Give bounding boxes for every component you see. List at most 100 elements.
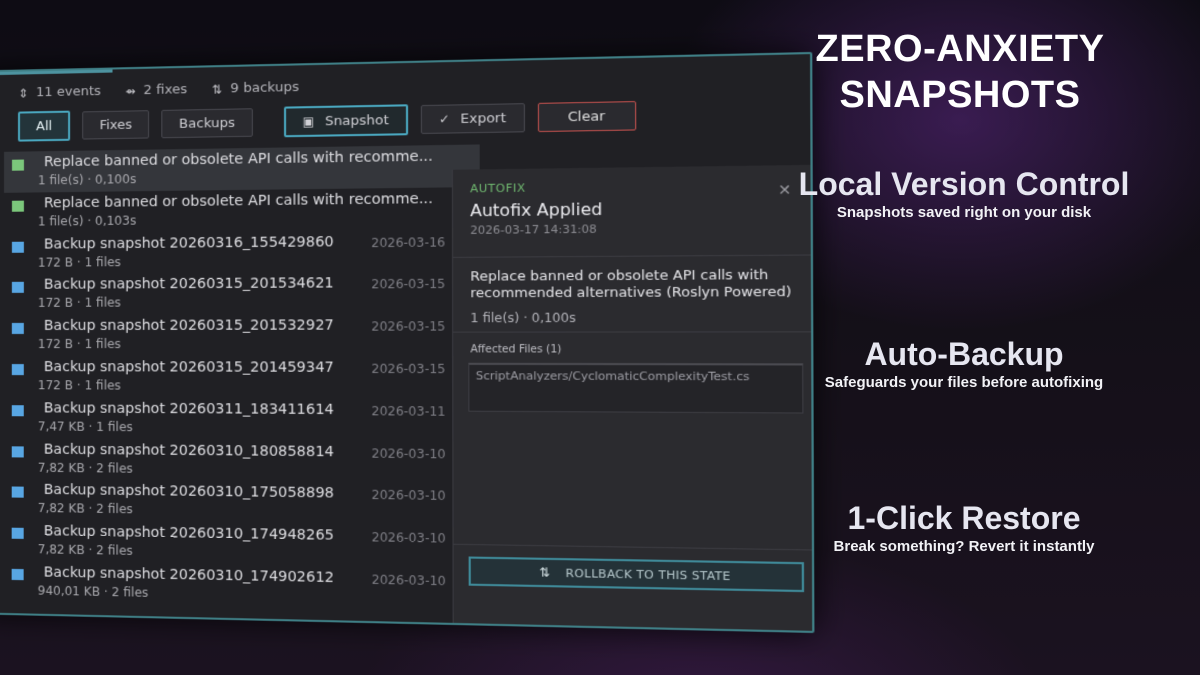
backup-icon <box>11 241 24 253</box>
snapshot-button-label: Snapshot <box>324 112 389 129</box>
list-item[interactable]: Replace banned or obsolete API calls wit… <box>4 187 480 234</box>
autofix-icon <box>11 159 24 171</box>
export-button[interactable]: ✓ Export <box>420 103 525 135</box>
list-item-title: Backup snapshot 20260315_201459347 <box>43 359 334 376</box>
progress-bar <box>0 69 113 76</box>
list-item-meta: 7,47 KB · 1 files <box>37 419 133 434</box>
stat-backups: ⇅ 9 backups <box>212 80 299 97</box>
list-item-meta: 172 B · 1 files <box>37 378 121 393</box>
event-list: Replace banned or obsolete API calls wit… <box>4 144 481 611</box>
list-item[interactable]: Backup snapshot 20260315_201534621 172 B … <box>4 272 480 315</box>
hero-title: ZERO-ANXIETY SNAPSHOTS <box>780 26 1140 118</box>
rollback-button[interactable]: ⇅ ROLLBACK TO THIS STATE <box>468 556 805 593</box>
list-item[interactable]: Backup snapshot 20260310_180858814 7,82 K… <box>4 438 481 484</box>
list-item-meta: 172 B · 1 files <box>37 254 121 270</box>
feature-auto-backup: Auto-Backup Safeguards your files before… <box>780 336 1148 392</box>
backup-icon <box>11 323 24 335</box>
list-item-date: 2026-03-10 <box>371 445 446 462</box>
list-item[interactable]: Backup snapshot 20260310_174902612 940,01… <box>4 561 481 612</box>
stat-fixes: ⇴ 2 fixes <box>125 82 187 98</box>
affected-file-item[interactable]: ScriptAnalyzers/CyclomaticComplexityTest… <box>476 369 750 383</box>
backup-icon <box>11 404 24 417</box>
detail-description: Replace banned or obsolete API calls wit… <box>470 267 792 302</box>
feature-one-click-restore: 1-Click Restore Break something? Revert … <box>780 500 1148 556</box>
list-item-meta: 7,82 KB · 2 files <box>37 501 133 517</box>
list-item-title: Replace banned or obsolete API calls wit… <box>43 148 433 171</box>
list-item-title: Backup snapshot 20260315_201532927 <box>43 317 334 335</box>
list-item-title: Backup snapshot 20260311_183411614 <box>43 400 334 418</box>
export-button-label: Export <box>460 110 507 127</box>
feature-heading: 1-Click Restore <box>847 500 1081 536</box>
list-item-title: Backup snapshot 20260315_201534621 <box>43 275 334 294</box>
app-window: ⇕ 11 events ⇴ 2 fixes ⇅ 9 backups All Fi… <box>0 51 815 634</box>
affected-files-label: Affected Files (1) <box>470 344 562 356</box>
divider <box>453 543 814 551</box>
check-icon: ✓ <box>438 111 450 127</box>
backup-icon <box>11 486 24 499</box>
filter-toolbar: All Fixes Backups ▣ Snapshot ✓ Export Cl… <box>18 100 649 142</box>
feature-heading: Auto-Backup <box>864 336 1064 372</box>
feature-subtitle: Snapshots saved right on your disk <box>836 204 1092 221</box>
snapshot-button[interactable]: ▣ Snapshot <box>283 104 409 138</box>
list-item-title: Backup snapshot 20260316_155429860 <box>43 233 334 253</box>
stat-fixes-label: 2 fixes <box>143 82 188 99</box>
detail-panel: AUTOFIX Autofix Applied 2026-03-17 14:31… <box>451 164 814 631</box>
list-item-meta: 172 B · 1 files <box>37 337 121 352</box>
feature-subtitle: Break something? Revert it instantly <box>833 538 1095 555</box>
list-item-meta: 7,82 KB · 2 files <box>37 542 133 559</box>
detail-header: AUTOFIX Autofix Applied 2026-03-17 14:31… <box>452 164 812 258</box>
stats-bar: ⇕ 11 events ⇴ 2 fixes ⇅ 9 backups <box>18 79 310 101</box>
sort-icon: ⇕ <box>18 85 29 101</box>
backup-icon <box>11 282 24 294</box>
feature-heading: Local Version Control <box>798 166 1130 202</box>
detail-kind: AUTOFIX <box>470 181 526 196</box>
clear-button[interactable]: Clear <box>537 101 636 133</box>
list-item-date: 2026-03-11 <box>371 403 446 419</box>
wand-icon: ⇴ <box>125 83 136 98</box>
stat-backups-label: 9 backups <box>230 79 300 97</box>
list-item-title: Backup snapshot 20260310_174902612 <box>43 564 335 587</box>
list-item[interactable]: Replace banned or obsolete API calls wit… <box>4 144 480 193</box>
feature-subtitle: Safeguards your files before autofixing <box>824 374 1104 391</box>
affected-files-list: ScriptAnalyzers/CyclomaticComplexityTest… <box>468 362 804 414</box>
divider <box>453 331 813 333</box>
backup-icon <box>11 364 24 376</box>
list-item-date: 2026-03-15 <box>371 277 446 292</box>
autofix-icon <box>11 200 24 212</box>
list-item-title: Replace banned or obsolete API calls wit… <box>43 190 433 212</box>
stat-events-label: 11 events <box>36 83 101 101</box>
camera-icon: ▣ <box>302 114 315 129</box>
list-item-title: Backup snapshot 20260310_175058898 <box>43 482 335 503</box>
list-item[interactable]: Backup snapshot 20260315_201459347 172 B … <box>4 356 480 399</box>
list-item-title: Backup snapshot 20260310_174948265 <box>43 523 335 545</box>
hero-title-line1: ZERO-ANXIETY <box>815 28 1105 70</box>
detail-meta: 1 file(s) · 0,100s <box>470 310 576 326</box>
list-item-date: 2026-03-15 <box>371 319 446 334</box>
rollback-button-label: ROLLBACK TO THIS STATE <box>565 566 731 583</box>
stat-events: ⇕ 11 events <box>18 84 101 101</box>
filter-all-button[interactable]: All <box>18 110 71 142</box>
list-item-date: 2026-03-16 <box>371 234 446 250</box>
list-item[interactable]: Backup snapshot 20260316_155429860 172 B … <box>4 229 480 274</box>
filter-backups-button[interactable]: Backups <box>161 108 253 139</box>
list-item-meta: 1 file(s) · 0,103s <box>37 213 137 229</box>
list-item-date: 2026-03-10 <box>371 572 446 589</box>
list-item-meta: 940,01 KB · 2 files <box>37 583 149 600</box>
list-item[interactable]: Backup snapshot 20260315_201532927 172 B … <box>4 314 480 356</box>
list-item[interactable]: Backup snapshot 20260311_183411614 7,47 K… <box>4 397 480 442</box>
list-item-meta: 1 file(s) · 0,100s <box>37 172 137 188</box>
list-item-date: 2026-03-10 <box>371 530 446 546</box>
swap-icon: ⇅ <box>211 81 223 97</box>
filter-fixes-button[interactable]: Fixes <box>82 110 150 140</box>
list-item-date: 2026-03-15 <box>371 361 446 377</box>
hero-title-line2: SNAPSHOTS <box>839 74 1081 116</box>
list-item-meta: 172 B · 1 files <box>37 295 121 311</box>
list-item-meta: 7,82 KB · 2 files <box>37 460 133 476</box>
feature-local-version-control: Local Version Control Snapshots saved ri… <box>780 166 1148 222</box>
backup-icon <box>11 527 24 540</box>
backup-icon <box>11 445 24 458</box>
swap-icon: ⇅ <box>539 565 551 580</box>
list-item-date: 2026-03-10 <box>371 488 446 504</box>
list-item[interactable]: Backup snapshot 20260310_175058898 7,82 K… <box>4 479 481 527</box>
list-item-title: Backup snapshot 20260310_180858814 <box>43 441 334 460</box>
